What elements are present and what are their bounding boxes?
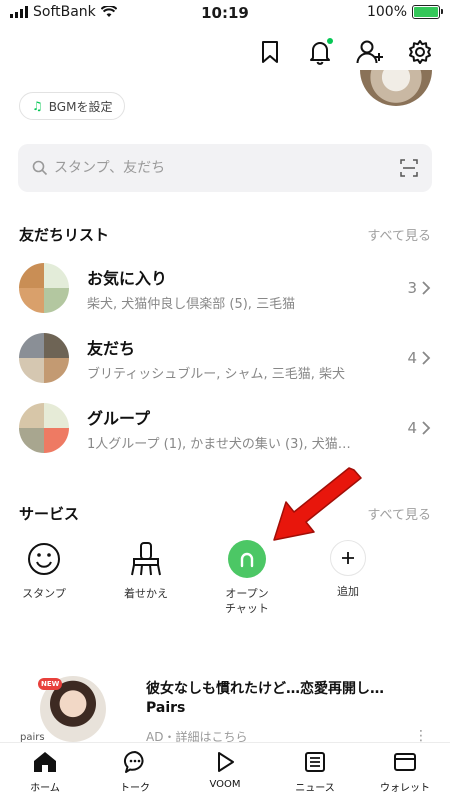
friends-section-title: 友だちリスト (19, 226, 110, 244)
tab-wallet-label: ウォレット (380, 783, 430, 794)
list-item-groups[interactable]: グループ 1人グループ (1), かませ犬の集い (3), 犬猫… 4 (19, 400, 431, 456)
plus-icon (330, 540, 366, 576)
ad-banner[interactable]: NEW pairs 彼女なしも慣れたけど…恋愛再開し… Pairs AD・詳細は… (0, 672, 450, 750)
battery-percent: 100% (366, 4, 407, 20)
friends-count: 4 (407, 349, 431, 367)
service-theme-label: 着せかえ (124, 587, 168, 600)
tab-voom[interactable]: VOOM (180, 743, 270, 800)
add-friend-icon[interactable] (356, 38, 384, 66)
status-right: 100% (366, 4, 443, 20)
friends-members: ブリティッシュブルー, シャム, 三毛猫, 柴犬 (87, 366, 346, 382)
search-bar[interactable] (18, 144, 432, 192)
chat-icon (122, 749, 148, 775)
chevron-right-icon (422, 421, 431, 435)
qr-scan-icon[interactable] (400, 159, 418, 177)
groups-avatar (19, 403, 69, 453)
service-open-chat-label: オープン チャット (207, 586, 287, 616)
service-stamp-label: スタンプ (22, 587, 66, 600)
favorites-count: 3 (407, 279, 431, 297)
services-section-title: サービス (19, 505, 80, 523)
search-input[interactable] (54, 160, 400, 176)
tab-chat-label: トーク (120, 783, 150, 794)
tab-wallet[interactable]: ウォレット (360, 743, 450, 800)
music-note-icon: ♫ (32, 99, 43, 113)
search-icon (32, 160, 48, 176)
bottom-tab-bar: ホーム トーク VOOM ニュース ウォレット (0, 742, 450, 800)
tab-home-label: ホーム (30, 783, 60, 794)
open-chat-label-line1: オープン (225, 587, 269, 600)
friends-avatar (19, 333, 69, 383)
chevron-right-icon (422, 281, 431, 295)
list-item-favorites[interactable]: お気に入り 柴犬, 犬猫仲良し倶楽部 (5), 三毛猫 3 (19, 260, 431, 316)
favorites-title: お気に入り (87, 268, 168, 288)
groups-title: グループ (87, 408, 151, 428)
profile-photo[interactable] (360, 70, 432, 106)
service-add-label: 追加 (337, 585, 359, 598)
status-bar: SoftBank 10:19 100% (0, 0, 450, 26)
tab-voom-label: VOOM (209, 779, 241, 790)
services-see-all-link[interactable]: すべて見る (367, 504, 431, 523)
service-add[interactable]: 追加 (308, 540, 388, 599)
smile-icon (25, 540, 63, 578)
tab-chat[interactable]: トーク (90, 743, 180, 800)
red-arrow-annotation (273, 467, 362, 541)
bgm-label: BGMを設定 (48, 99, 113, 114)
tab-news[interactable]: ニュース (270, 743, 360, 800)
friends-title: 友だち (87, 338, 136, 358)
open-chat-icon (228, 540, 266, 578)
services-section-header: サービス すべて見る (19, 503, 431, 524)
ad-title: 彼女なしも慣れたけど…恋愛再開し… (146, 681, 384, 697)
service-open-chat[interactable]: オープン チャット (207, 540, 287, 616)
groups-members: 1人グループ (1), かませ犬の集い (3), 犬猫… (87, 436, 351, 452)
groups-count-value: 4 (407, 419, 417, 437)
gear-icon[interactable] (406, 38, 434, 66)
service-stamp[interactable]: スタンプ (4, 540, 84, 601)
brush-icon (127, 540, 165, 578)
service-theme[interactable]: 着せかえ (106, 540, 186, 601)
friends-count-value: 4 (407, 349, 417, 367)
ad-sponsor: Pairs (146, 700, 186, 716)
notification-dot (327, 38, 333, 44)
services-row: スタンプ 着せかえ オープン チャット 追加 (0, 540, 450, 630)
tab-news-label: ニュース (295, 783, 335, 794)
header-actions (256, 38, 434, 66)
friends-section-header: 友だちリスト すべて見る (19, 224, 431, 245)
voom-icon (212, 749, 238, 775)
groups-count: 4 (407, 419, 431, 437)
bookmark-icon[interactable] (256, 38, 284, 66)
bell-icon[interactable] (306, 38, 334, 66)
battery-icon (412, 5, 443, 19)
bgm-button[interactable]: ♫ BGMを設定 (19, 92, 126, 120)
home-icon (32, 749, 58, 775)
news-icon (302, 749, 328, 775)
list-item-friends[interactable]: 友だち ブリティッシュブルー, シャム, 三毛猫, 柴犬 4 (19, 330, 431, 386)
wallet-icon (392, 749, 418, 775)
open-chat-label-line2: チャット (225, 602, 269, 615)
friends-see-all-link[interactable]: すべて見る (367, 225, 431, 244)
ad-new-badge: NEW (38, 678, 63, 690)
favorites-members: 柴犬, 犬猫仲良し倶楽部 (5), 三毛猫 (87, 296, 296, 312)
favorites-count-value: 3 (407, 279, 417, 297)
chevron-right-icon (422, 351, 431, 365)
favorites-avatar (19, 263, 69, 313)
tab-home[interactable]: ホーム (0, 743, 90, 800)
